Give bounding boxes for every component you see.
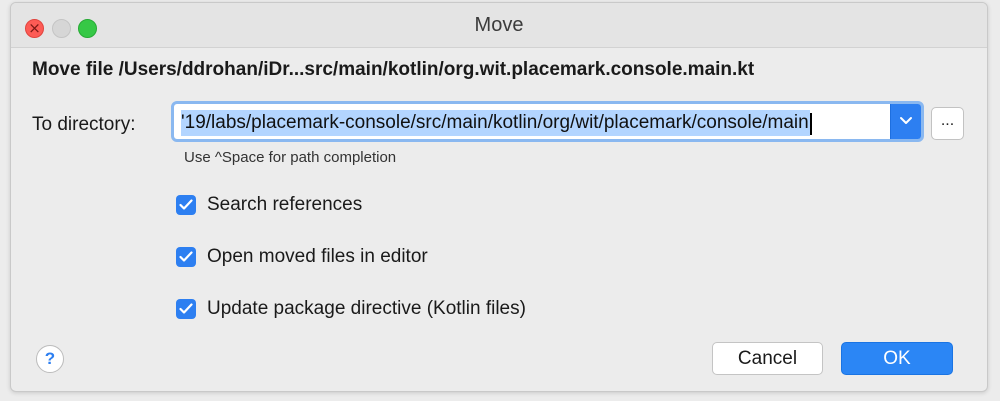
search-references-label: Search references [207,194,363,215]
directory-input[interactable]: '19/labs/placemark-console/src/main/kotl… [181,110,889,136]
title-bar: × Move [11,3,987,48]
checkmark-icon [179,303,193,314]
directory-value: '19/labs/placemark-console/src/main/kotl… [181,110,810,136]
update-package-directive-label: Update package directive (Kotlin files) [207,298,526,319]
move-dialog: × Move Move file /Users/ddrohan/iDr...sr… [10,2,988,392]
search-references-checkbox[interactable] [176,195,196,215]
cancel-button[interactable]: Cancel [712,342,823,375]
help-button[interactable]: ? [36,345,64,373]
to-directory-label: To directory: [32,114,136,135]
update-package-directive-checkbox[interactable] [176,299,196,319]
move-file-heading: Move file /Users/ddrohan/iDr...src/main/… [32,59,755,80]
open-moved-files-label: Open moved files in editor [207,246,428,267]
directory-dropdown-button[interactable] [890,104,921,139]
chevron-down-icon [900,117,912,124]
directory-combobox[interactable]: '19/labs/placemark-console/src/main/kotl… [171,101,924,142]
open-moved-files-checkbox[interactable] [176,247,196,267]
window-title: Move [474,14,524,36]
checkmark-icon [179,251,193,262]
checkmark-icon [179,199,193,210]
path-completion-hint: Use ^Space for path completion [184,149,397,166]
text-caret [809,112,812,135]
browse-button[interactable]: ... [931,107,964,140]
ok-button[interactable]: OK [841,342,953,375]
